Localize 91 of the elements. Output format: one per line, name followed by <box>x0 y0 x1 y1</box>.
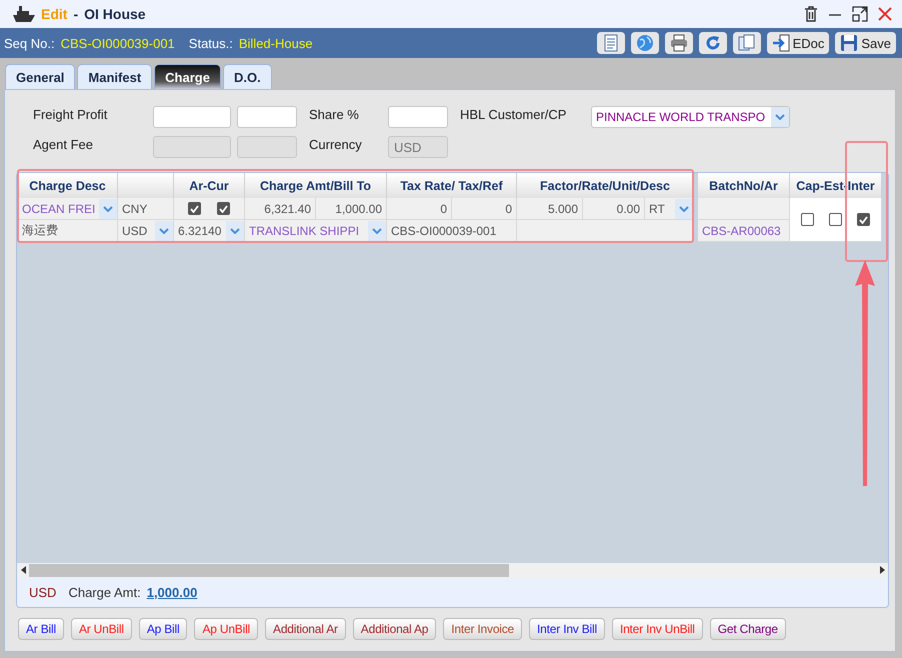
ship-icon <box>13 5 35 23</box>
table-cell: 0 <box>387 198 452 220</box>
dropdown[interactable]: USD <box>118 220 174 242</box>
dropdown[interactable]: 6.32140 <box>174 220 245 242</box>
scroll-left-icon[interactable] <box>20 566 26 574</box>
tab[interactable]: General <box>5 64 76 89</box>
checkbox[interactable] <box>856 213 870 226</box>
toolbar-button[interactable] <box>732 32 761 54</box>
table-cell: 0 <box>452 198 517 220</box>
chevron-down-icon <box>679 206 689 212</box>
action-button[interactable]: Ap Bill <box>138 618 188 640</box>
field-label: Freight Profit <box>32 106 108 122</box>
title-action: Edit <box>41 6 68 22</box>
toolbar-button[interactable] <box>630 32 659 54</box>
chevron-down-icon <box>230 228 240 234</box>
total-amount-link[interactable]: 1,000.00 <box>146 584 198 600</box>
tab[interactable]: Manifest <box>77 64 152 89</box>
column-header: BatchNo/Ar <box>698 173 790 198</box>
input-field[interactable] <box>153 106 231 128</box>
scrollbar-thumb[interactable] <box>29 564 509 576</box>
action-button[interactable]: Ar UnBill <box>70 618 132 640</box>
action-button[interactable]: Get Charge <box>710 618 786 640</box>
tab[interactable]: D.O. <box>222 64 272 89</box>
column-header: Charge Amt/Bill To <box>245 173 387 198</box>
title-separator: - <box>73 6 78 22</box>
input-field[interactable] <box>388 106 448 128</box>
checkmark-icon <box>858 216 868 224</box>
currency-label: USD <box>29 584 56 600</box>
globe-icon <box>636 34 654 52</box>
refresh-icon <box>704 34 722 52</box>
dropdown[interactable]: OCEAN FREI <box>18 198 118 220</box>
printer-icon <box>670 34 688 52</box>
close-icon[interactable] <box>878 7 892 21</box>
total-label: Charge Amt: <box>68 584 141 600</box>
input-field[interactable] <box>237 106 297 128</box>
tab[interactable]: Charge <box>154 64 221 89</box>
toolbar-button[interactable] <box>698 32 727 54</box>
status-value: Billed-House <box>238 36 313 50</box>
header-cell <box>118 173 174 198</box>
chevron-down-icon <box>103 206 113 212</box>
field-label: Agent Fee <box>32 136 94 152</box>
table-cell: 6,321.40 <box>245 198 316 220</box>
copy-icon <box>738 34 756 52</box>
column-header: Ar-Cur <box>174 173 245 198</box>
customer-dropdown[interactable]: PINNACLE WORLD TRANSPO <box>591 106 790 128</box>
toolbar-button[interactable] <box>664 32 693 54</box>
action-button[interactable]: Ap UnBill <box>194 618 258 640</box>
document-icon <box>602 34 620 52</box>
checkmark-icon <box>219 204 228 212</box>
column-header: Charge Desc <box>18 173 118 198</box>
toolbar-button[interactable] <box>596 32 625 54</box>
chevron-down-icon <box>775 114 785 120</box>
table-cell: 5.000 <box>517 198 583 220</box>
checkmark-icon <box>190 204 199 212</box>
field-label: Share % <box>308 106 360 122</box>
action-button[interactable]: Additional Ap <box>352 618 436 640</box>
checkbox[interactable] <box>801 213 814 226</box>
save-button[interactable]: Save <box>835 32 896 54</box>
trash-icon[interactable] <box>804 6 818 22</box>
table-cell: 海运费 <box>18 220 118 242</box>
table-cell: CBS-OI000039-001 <box>387 220 517 242</box>
checkbox[interactable] <box>188 202 201 215</box>
table-cell: CNY <box>118 198 174 220</box>
field-label: HBL Customer/CP <box>459 106 568 122</box>
action-button[interactable]: Ar Bill <box>18 618 64 640</box>
checkbox[interactable] <box>828 213 842 226</box>
action-button[interactable]: Inter Invoice <box>443 618 522 640</box>
table-cell: 1,000.00 <box>316 198 387 220</box>
action-button[interactable]: Inter Inv Bill <box>529 618 605 640</box>
import-icon <box>772 34 790 52</box>
seq-number: CBS-OI000039-001 <box>60 36 175 50</box>
window-title: OI House <box>84 6 146 22</box>
horizontal-scrollbar[interactable] <box>17 563 888 577</box>
checkbox[interactable] <box>217 202 230 215</box>
edoc-button[interactable]: EDoc <box>766 32 830 54</box>
field-label: Currency <box>308 136 363 152</box>
column-header: Cap-Est-Inter <box>790 173 882 198</box>
table-cell: CBS-AR00063 <box>698 220 790 242</box>
action-button[interactable]: Additional Ar <box>265 618 346 640</box>
dropdown[interactable]: RT <box>645 198 694 220</box>
seq-label: Seq No.: <box>4 36 55 50</box>
chevron-down-icon <box>159 228 169 234</box>
maximize-icon[interactable] <box>852 6 868 22</box>
scroll-right-icon[interactable] <box>880 566 884 574</box>
dropdown[interactable]: TRANSLINK SHIPPI <box>245 220 387 242</box>
column-header: Tax Rate/ Tax/Ref <box>387 173 517 198</box>
action-button[interactable]: Inter Inv UnBill <box>612 618 703 640</box>
chevron-down-icon <box>372 228 382 234</box>
status-label: Status.: <box>188 36 233 50</box>
table-cell: 0.00 <box>583 198 645 220</box>
column-header: Factor/Rate/Unit/Desc <box>517 173 694 198</box>
